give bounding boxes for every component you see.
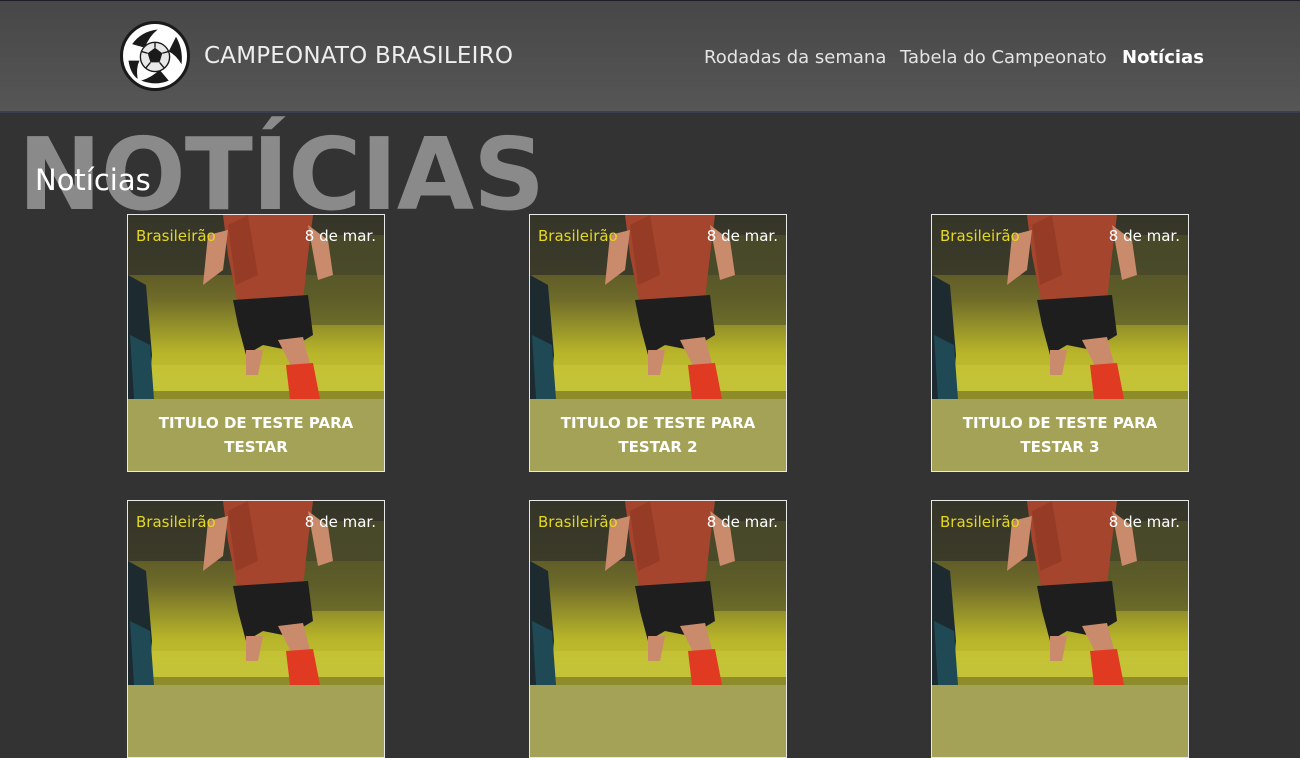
nav-tabela-do-campeonato[interactable]: Tabela do Campeonato [900,47,1107,68]
news-card-category: Brasileirão [940,513,1020,531]
nav-noticias[interactable]: Notícias [1122,47,1204,68]
news-card-caption [932,685,1188,757]
news-card-caption [128,685,384,757]
news-card[interactable]: Brasileirão 8 de mar. [529,500,787,758]
news-card[interactable]: Brasileirão 8 de mar. TITULO DE TESTE PA… [931,214,1189,472]
news-card-caption: TITULO DE TESTE PARA TESTAR 2 [530,399,786,471]
nav-rodadas-da-semana[interactable]: Rodadas da semana [704,47,886,68]
news-card[interactable]: Brasileirão 8 de mar. [931,500,1189,758]
logo[interactable] [120,21,190,91]
news-card-date: 8 de mar. [706,227,778,245]
news-card[interactable]: Brasileirão 8 de mar. [127,500,385,758]
site-brand[interactable]: CAMPEONATO BRASILEIRO [204,43,513,69]
page-title: Notícias [35,163,151,197]
news-card-caption [530,685,786,757]
news-card[interactable]: Brasileirão 8 de mar. TITULO DE TESTE PA… [529,214,787,472]
soccer-ball-icon [123,24,187,88]
news-card-caption: TITULO DE TESTE PARA TESTAR 3 [932,399,1188,471]
news-card-category: Brasileirão [538,513,618,531]
news-card-date: 8 de mar. [1108,227,1180,245]
news-card-title: TITULO DE TESTE PARA TESTAR 2 [560,414,756,456]
news-card-date: 8 de mar. [1108,513,1180,531]
news-card-category: Brasileirão [136,227,216,245]
news-card-category: Brasileirão [136,513,216,531]
news-card[interactable]: Brasileirão 8 de mar. TITULO DE TESTE PA… [127,214,385,472]
site-header: CAMPEONATO BRASILEIRO Rodadas da semana … [0,0,1300,113]
news-card-category: Brasileirão [940,227,1020,245]
news-card-date: 8 de mar. [304,227,376,245]
news-card-title: TITULO DE TESTE PARA TESTAR 3 [962,414,1158,456]
news-card-title: TITULO DE TESTE PARA TESTAR [158,414,354,456]
news-card-date: 8 de mar. [706,513,778,531]
news-card-caption: TITULO DE TESTE PARA TESTAR [128,399,384,471]
news-card-category: Brasileirão [538,227,618,245]
news-card-date: 8 de mar. [304,513,376,531]
